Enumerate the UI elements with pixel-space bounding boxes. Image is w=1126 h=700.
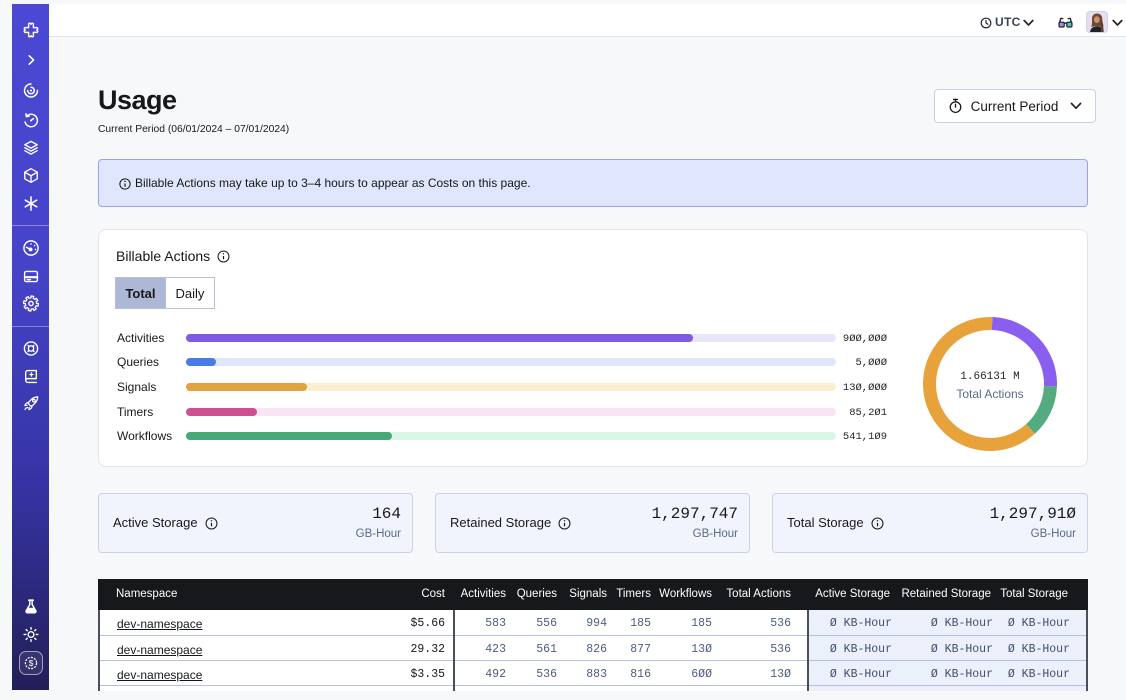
svg-text:$: $: [28, 658, 33, 668]
